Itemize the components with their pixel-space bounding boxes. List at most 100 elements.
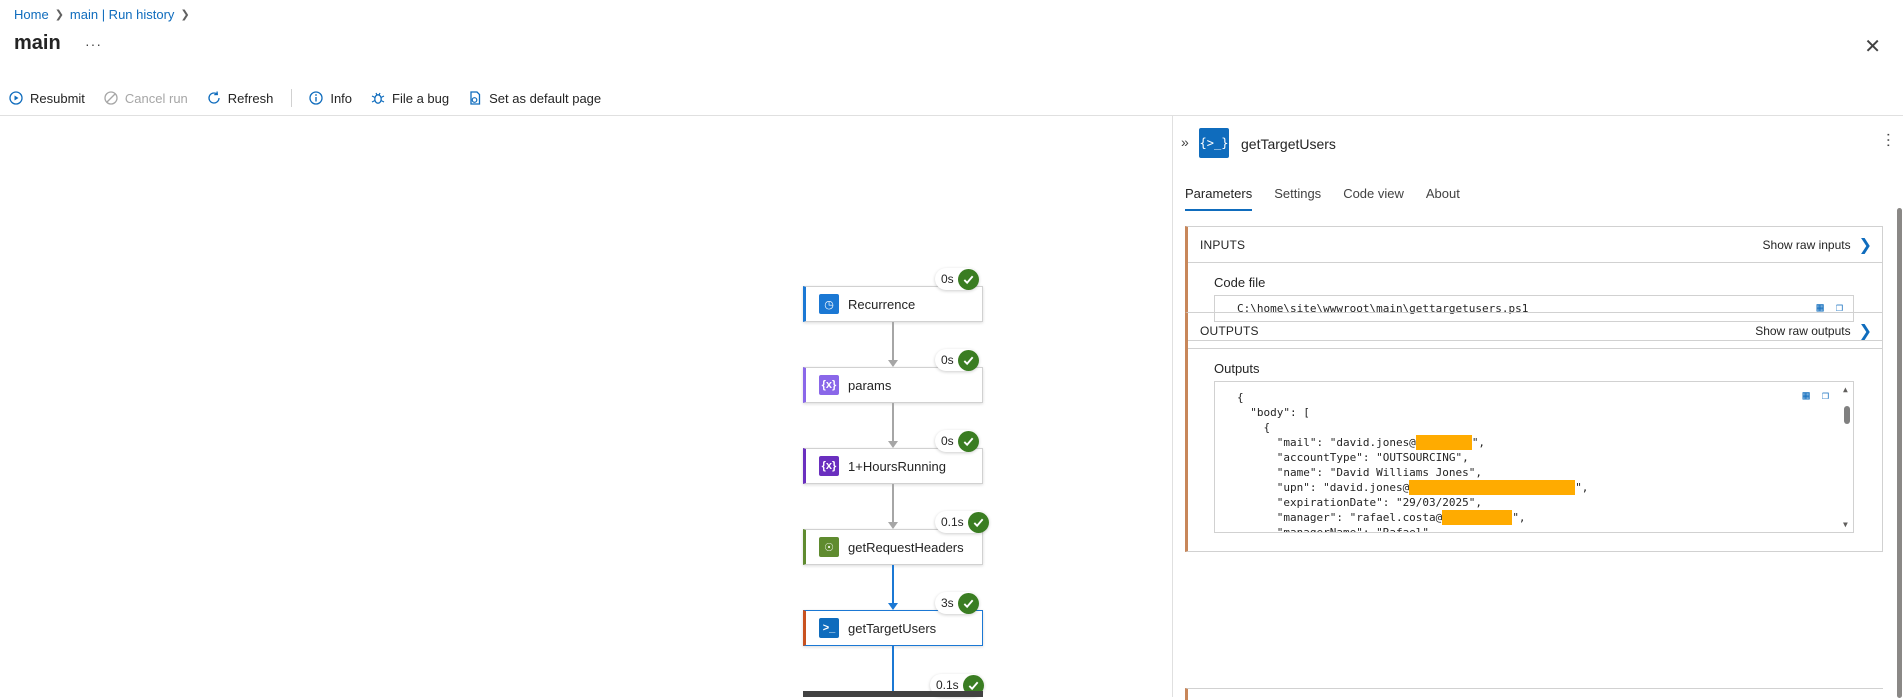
resubmit-button[interactable]: Resubmit <box>0 90 95 106</box>
workflow-node-label: getRequestHeaders <box>848 539 964 555</box>
tab-code-view[interactable]: Code view <box>1343 186 1404 211</box>
breadcrumb-run-history-link[interactable]: main | Run history <box>70 7 175 22</box>
json-line: "managerName": "Rafael", <box>1237 526 1436 533</box>
duration-label: 0s <box>941 272 954 286</box>
file-bug-button[interactable]: File a bug <box>362 90 459 106</box>
success-check-icon <box>957 268 979 290</box>
flow-arrow <box>888 441 898 448</box>
refresh-button[interactable]: Refresh <box>198 90 284 106</box>
workflow-node-1-hoursrunning[interactable]: {x} 1+HoursRunning <box>803 448 983 484</box>
workflow-node-getrequestheaders[interactable]: ☉ getRequestHeaders <box>803 529 983 565</box>
workflow-node-label: 1+HoursRunning <box>848 458 946 474</box>
info-button[interactable]: Info <box>300 90 362 106</box>
outputs-label: Outputs <box>1214 361 1260 376</box>
inputs-header: INPUTS Show raw inputs ❯ <box>1188 227 1882 263</box>
bug-icon <box>371 92 385 104</box>
action-details-panel: » {>_} getTargetUsers ··· Parameters Set… <box>1172 116 1903 700</box>
tab-settings[interactable]: Settings <box>1274 186 1321 211</box>
scroll-up-icon[interactable]: ▲ <box>1843 385 1848 394</box>
json-line-manager: "manager": "rafael.costa@ ", <box>1237 510 1526 525</box>
set-default-page-label: Set as default page <box>489 90 602 106</box>
flow-connector <box>892 403 894 442</box>
outputs-json: { "body": [ { "mail": "david.jones@ ", "a… <box>1237 390 1853 533</box>
scroll-down-icon[interactable]: ▼ <box>1843 520 1848 529</box>
flow-arrow <box>888 360 898 367</box>
info-icon <box>309 91 323 105</box>
panel-scrollbar[interactable] <box>1895 200 1903 698</box>
close-icon[interactable]: ✕ <box>1864 34 1881 59</box>
json-line-text: "manager": "rafael.costa@ <box>1237 511 1443 524</box>
show-raw-outputs-link[interactable]: Show raw outputs ❯ <box>1755 321 1872 341</box>
variable-icon: {x} <box>819 456 839 476</box>
tab-parameters[interactable]: Parameters <box>1185 186 1253 211</box>
file-bug-label: File a bug <box>392 90 450 106</box>
json-line: "accountType": "OUTSOURCING", <box>1237 451 1469 464</box>
variable-icon: {x} <box>819 375 839 395</box>
show-raw-inputs-link[interactable]: Show raw inputs ❯ <box>1763 235 1872 255</box>
run-status-badge: 0s <box>935 430 979 452</box>
chevron-right-icon: ❯ <box>1858 322 1872 340</box>
chevron-right-icon: ❯ <box>1858 236 1872 254</box>
redacted-block <box>1442 510 1513 525</box>
flow-arrow <box>888 603 898 610</box>
bulb-icon: ☉ <box>819 537 839 557</box>
outputs-json-box[interactable]: { "body": [ { "mail": "david.jones@ ", "a… <box>1214 381 1854 533</box>
success-check-icon <box>957 592 979 614</box>
outputs-section: OUTPUTS Show raw outputs ❯ Outputs { "bo… <box>1185 312 1883 552</box>
json-line: "body": [ <box>1237 406 1310 419</box>
workflow-node-next[interactable] <box>803 691 983 697</box>
duration-label: 3s <box>941 596 954 610</box>
cancel-icon <box>104 91 118 105</box>
workflow-node-gettargetusers[interactable]: >_ getTargetUsers <box>803 610 983 646</box>
resubmit-label: Resubmit <box>30 90 85 106</box>
workflow-node-label: Recurrence <box>848 296 916 312</box>
panel-tabs: Parameters Settings Code view About <box>1185 186 1460 211</box>
json-line: { <box>1237 391 1244 404</box>
collapse-panel-icon[interactable]: » <box>1181 134 1189 150</box>
panel-more-options-icon[interactable]: ··· <box>1879 132 1897 148</box>
outputs-scrollbar[interactable]: ▲ ▼ <box>1841 382 1853 532</box>
success-check-icon <box>967 511 989 533</box>
json-line: "expirationDate": "29/03/2025", <box>1237 496 1483 509</box>
redacted-block <box>1415 435 1472 450</box>
flow-connector <box>892 565 894 604</box>
json-line: "name": "David Williams Jones", <box>1237 466 1483 479</box>
code-file-label: Code file <box>1214 275 1266 290</box>
success-check-icon <box>957 349 979 371</box>
more-options-icon[interactable]: ··· <box>85 36 102 52</box>
workflow-node-label: getTargetUsers <box>848 620 937 636</box>
flow-connector <box>892 484 894 523</box>
json-line-text: "upn": "david.jones@ <box>1237 481 1410 494</box>
inputs-title: INPUTS <box>1200 237 1246 252</box>
cancel-run-label: Cancel run <box>124 90 188 106</box>
flow-connector <box>892 322 894 361</box>
show-raw-outputs-label: Show raw outputs <box>1755 323 1851 338</box>
refresh-label: Refresh <box>227 90 274 106</box>
flow-connector <box>892 646 894 691</box>
tab-about[interactable]: About <box>1426 186 1460 211</box>
flow-arrow <box>888 522 898 529</box>
copy-icon[interactable]: ❐ <box>1822 388 1829 402</box>
outputs-title: OUTPUTS <box>1200 323 1259 338</box>
run-status-badge: 0s <box>935 268 979 290</box>
set-default-page-button[interactable]: Set as default page <box>459 90 611 106</box>
duration-label: 0.1s <box>941 515 964 529</box>
cancel-run-button[interactable]: Cancel run <box>95 90 198 106</box>
workflow-canvas[interactable]: ◷ Recurrence 0s {x} params 0s {x} 1+HoursRunnin… <box>0 116 1172 697</box>
outputs-header: OUTPUTS Show raw outputs ❯ <box>1188 313 1882 349</box>
scrollbar-thumb[interactable] <box>1844 406 1850 424</box>
workflow-node-recurrence[interactable]: ◷ Recurrence <box>803 286 983 322</box>
redacted-block <box>1409 480 1576 495</box>
show-raw-inputs-label: Show raw inputs <box>1762 237 1851 252</box>
panel-scrollbar-thumb[interactable] <box>1897 208 1902 698</box>
breadcrumb-home-link[interactable]: Home <box>14 7 49 22</box>
duration-label: 0s <box>941 353 954 367</box>
workflow-node-params[interactable]: {x} params <box>803 367 983 403</box>
resubmit-icon <box>9 91 23 105</box>
duration-label: 0s <box>941 434 954 448</box>
info-label: Info <box>330 90 353 106</box>
run-status-badge: 3s <box>935 592 979 614</box>
json-line-text: "mail": "david.jones@ <box>1237 436 1416 449</box>
table-view-icon[interactable]: ▦ <box>1803 388 1810 402</box>
panel-title: getTargetUsers <box>1241 136 1336 152</box>
